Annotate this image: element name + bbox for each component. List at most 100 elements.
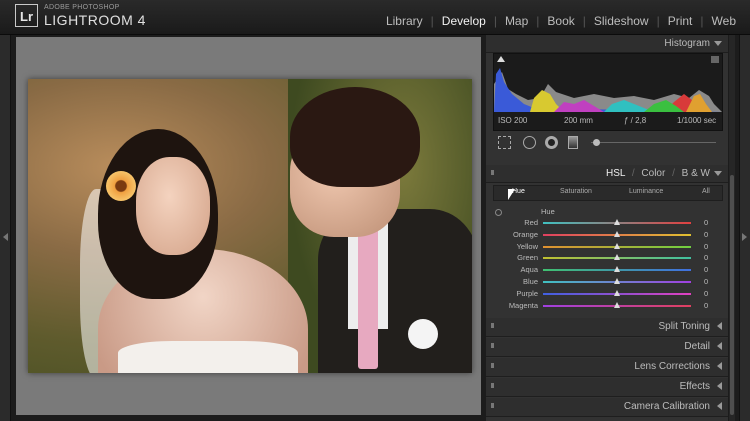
crop-tool-icon[interactable] (498, 136, 511, 149)
hue-row-value[interactable]: 0 (704, 277, 708, 286)
module-slideshow[interactable]: Slideshow (594, 14, 649, 28)
module-print[interactable]: Print (668, 14, 693, 28)
hue-slider-thumb[interactable] (614, 242, 620, 249)
hue-row-aqua: Aqua 0 (486, 264, 728, 276)
panel-scrollbar[interactable] (729, 35, 735, 421)
right-filmstrip-toggle[interactable] (739, 35, 750, 421)
tab-hsl[interactable]: HSL (606, 168, 625, 179)
photo-boutonniere (408, 319, 438, 349)
hue-row-value[interactable]: 0 (704, 253, 708, 262)
panel-title: Camera Calibration (623, 401, 710, 412)
hue-slider-thumb[interactable] (614, 289, 620, 296)
module-library[interactable]: Library (386, 14, 423, 28)
collapse-triangle-icon (714, 41, 722, 46)
expand-triangle-icon (717, 362, 722, 370)
hue-row-green: Green 0 (486, 252, 728, 264)
panel-switch-icon[interactable] (491, 343, 494, 348)
module-separator: | (582, 14, 586, 28)
hue-slider-thumb[interactable] (614, 266, 620, 273)
hsl-tabs: HSL / Color / B & W (606, 168, 710, 179)
tab-bw[interactable]: B & W (682, 168, 710, 179)
adjustment-brush-track[interactable] (591, 142, 716, 143)
hue-row-value[interactable]: 0 (704, 265, 708, 274)
expand-triangle-icon (717, 342, 722, 350)
histogram-display[interactable]: ISO 200 200 mm ƒ / 2,8 1/1000 sec (493, 53, 723, 131)
panel-title: Detail (684, 341, 710, 352)
graduated-filter-icon[interactable] (568, 136, 578, 149)
hue-slider-thumb[interactable] (614, 254, 620, 261)
expand-triangle-icon (717, 382, 722, 390)
module-separator: | (700, 14, 704, 28)
spot-removal-icon[interactable] (523, 136, 536, 149)
subtab-saturation[interactable]: Saturation (560, 188, 592, 195)
tab-separator: / (631, 168, 635, 179)
module-picker: Library | Develop | Map | Book | Slideshow | Print… (386, 14, 736, 28)
module-separator: | (430, 14, 434, 28)
module-book[interactable]: Book (547, 14, 574, 28)
module-web[interactable]: Web (712, 14, 736, 28)
histogram-header[interactable]: Histogram (486, 35, 728, 53)
shadow-clipping-icon[interactable] (497, 56, 505, 62)
hue-row-value[interactable]: 0 (704, 289, 708, 298)
left-panel-toggle[interactable] (0, 35, 11, 421)
expand-triangle-icon (717, 322, 722, 330)
expand-left-icon (3, 233, 8, 241)
hue-row-purple: Purple 0 (486, 288, 728, 300)
photo-preview[interactable] (28, 79, 472, 373)
panel-title: Lens Corrections (634, 361, 710, 372)
expand-right-icon (742, 233, 747, 241)
adjustment-brush-icon[interactable] (593, 139, 600, 146)
hue-row-value[interactable]: 0 (704, 301, 708, 310)
panel-header-split-toning[interactable]: Split Toning (486, 318, 728, 337)
mouse-cursor-icon (508, 189, 515, 200)
scrollbar-thumb[interactable] (730, 175, 734, 415)
module-separator: | (493, 14, 497, 28)
highlight-clipping-icon[interactable] (711, 56, 719, 63)
hue-row-yellow: Yellow 0 (486, 241, 728, 253)
module-separator: | (536, 14, 540, 28)
lightroom-logo: Lr (15, 4, 38, 27)
hue-row-label: Blue (522, 277, 538, 286)
module-develop[interactable]: Develop (442, 14, 486, 28)
hue-row-label: Purple (516, 288, 538, 298)
hue-section-label: Hue (541, 207, 555, 216)
module-separator: | (656, 14, 660, 28)
panel-header-detail[interactable]: Detail (486, 338, 728, 357)
hue-row-label: Red (524, 218, 538, 227)
panel-switch-icon[interactable] (491, 363, 494, 368)
brand-subtitle: ADOBE PHOTOSHOP (44, 4, 120, 11)
panel-switch-icon[interactable] (491, 403, 494, 408)
subtab-all[interactable]: All (702, 188, 710, 195)
targeted-adjustment-icon[interactable] (495, 209, 502, 216)
red-eye-icon[interactable] (545, 136, 558, 149)
collapse-triangle-icon (714, 171, 722, 176)
histogram-title: Histogram (664, 38, 710, 49)
hue-row-label: Orange (512, 229, 538, 239)
panel-header-effects[interactable]: Effects (486, 378, 728, 397)
panel-header-lens-corrections[interactable]: Lens Corrections (486, 358, 728, 377)
panel-switch-icon[interactable] (491, 323, 494, 328)
hue-row-label: Magenta (508, 300, 538, 310)
hue-slider-thumb[interactable] (614, 230, 620, 237)
photo-groom-hair (290, 87, 420, 187)
hue-slider-thumb[interactable] (614, 219, 620, 225)
panel-switch-icon[interactable] (491, 383, 494, 388)
panel-header-camera-calibration[interactable]: Camera Calibration (486, 398, 728, 417)
subtab-luminance[interactable]: Luminance (629, 188, 663, 195)
photo-groom-tie (358, 219, 378, 369)
hue-row-value[interactable]: 0 (704, 218, 708, 227)
module-map[interactable]: Map (505, 14, 528, 28)
hue-row-blue: Blue 0 (486, 276, 728, 288)
hue-slider-thumb[interactable] (614, 301, 620, 308)
panel-switch-icon[interactable] (491, 170, 494, 175)
hue-row-magenta: Magenta 0 (486, 300, 728, 312)
tab-color[interactable]: Color (641, 168, 665, 179)
panel-title: Split Toning (658, 321, 710, 332)
hue-slider-thumb[interactable] (614, 278, 620, 284)
hsl-header[interactable]: HSL / Color / B & W (486, 165, 728, 183)
tool-strip (493, 133, 721, 153)
exif-iso: ISO 200 (498, 116, 528, 125)
photo-bride-face (136, 157, 210, 255)
hue-row-value[interactable]: 0 (704, 230, 708, 239)
hue-row-value[interactable]: 0 (704, 242, 708, 251)
